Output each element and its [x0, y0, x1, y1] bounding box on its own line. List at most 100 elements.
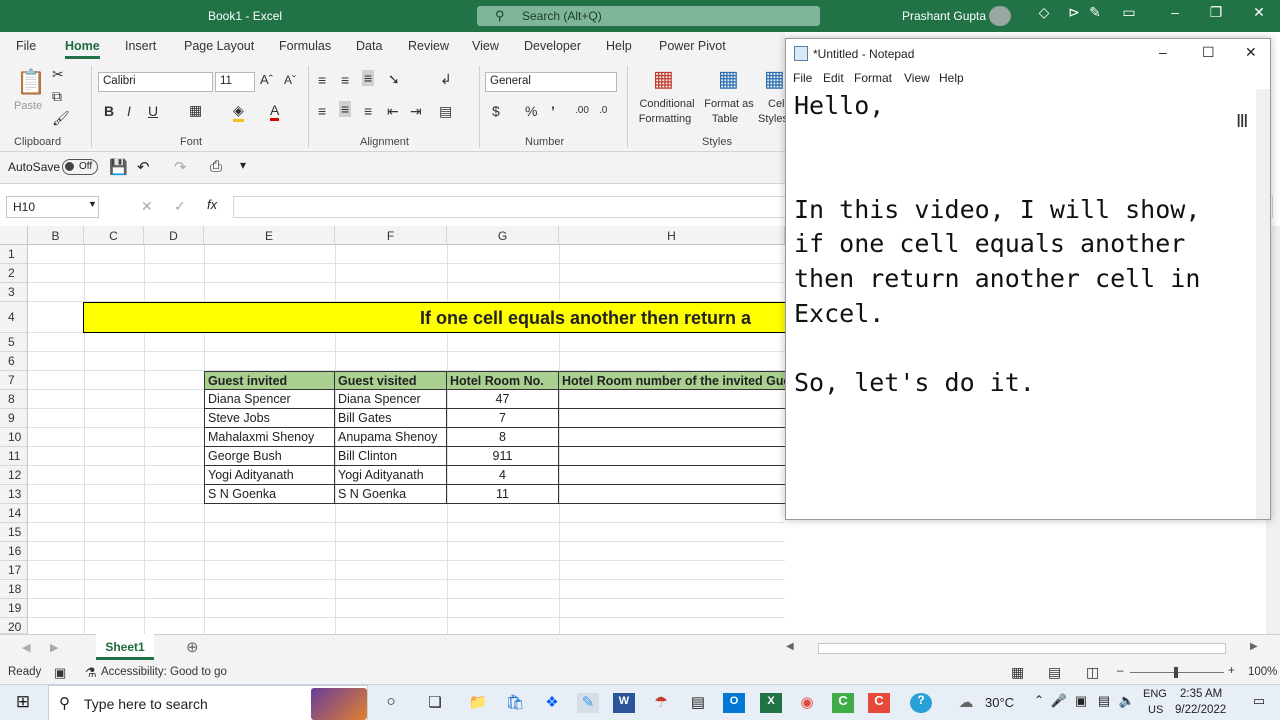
pen-icon[interactable]: ✎	[1084, 4, 1106, 21]
normal-view-icon[interactable]: ▦	[1011, 664, 1024, 681]
percent-icon[interactable]: %	[525, 103, 537, 119]
spreadsheet-grid[interactable]: B C D E F G H 1 2 3 4 5 6 7 8 9 10 11 12…	[0, 226, 785, 634]
row-header[interactable]: 6	[0, 352, 28, 371]
avatar[interactable]	[989, 6, 1011, 26]
format-as-table-line1[interactable]: Format as	[700, 98, 758, 110]
row-header[interactable]: 20	[0, 618, 28, 634]
tab-help[interactable]: Help	[606, 39, 632, 53]
row-header[interactable]: 2	[0, 264, 28, 283]
insert-function-icon[interactable]: fx	[207, 197, 217, 212]
table-cell[interactable]: 7	[447, 409, 559, 428]
table-cell[interactable]	[559, 409, 785, 428]
fill-color-icon[interactable]: ◈	[233, 102, 244, 122]
windows-start-icon[interactable]: ⊞	[12, 692, 34, 712]
copy-icon[interactable]: ⧉	[52, 88, 62, 105]
macro-icon[interactable]: ▣	[54, 665, 66, 681]
table-cell[interactable]: Steve Jobs	[204, 409, 335, 428]
camera-icon[interactable]: ▣	[1070, 693, 1092, 713]
chevron-up-icon[interactable]: ⌃	[1028, 693, 1050, 713]
table-header[interactable]: Guest visited	[335, 371, 447, 390]
add-sheet-icon[interactable]: ⊕	[186, 638, 199, 656]
table-cell[interactable]: 47	[447, 390, 559, 409]
horizontal-scrollbar-thumb[interactable]	[818, 643, 1226, 654]
align-bottom-icon[interactable]: ≡	[362, 70, 375, 86]
table-cell[interactable]	[559, 447, 785, 466]
italic-icon[interactable]: I	[127, 103, 131, 119]
table-cell[interactable]: Bill Gates	[335, 409, 447, 428]
zoom-in-icon[interactable]: +	[1228, 665, 1235, 677]
table-cell[interactable]: Yogi Adityanath	[204, 466, 335, 485]
maximize-icon[interactable]: ☐	[1202, 44, 1215, 61]
app-icon[interactable]: ▤	[687, 693, 709, 713]
weather-temp[interactable]: 30°C	[985, 695, 1014, 710]
tab-developer[interactable]: Developer	[524, 39, 581, 53]
word-icon[interactable]: W	[613, 693, 635, 713]
maximize-icon[interactable]: ❐	[1205, 4, 1227, 21]
font-color-icon[interactable]: A	[270, 102, 280, 121]
scroll-right-icon[interactable]: ▶	[50, 641, 58, 654]
row-header[interactable]: 15	[0, 523, 28, 542]
print-preview-icon[interactable]: ⎙	[210, 158, 222, 175]
cut-icon[interactable]: ✂	[52, 66, 64, 83]
recorder-icon[interactable]: C	[868, 693, 890, 713]
table-cell[interactable]: Diana Spencer	[204, 390, 335, 409]
table-cell[interactable]: Anupama Shenoy	[335, 428, 447, 447]
excel-search-box[interactable]: ⚲ Search (Alt+Q)	[477, 6, 820, 26]
column-header[interactable]: H	[559, 226, 785, 245]
table-cell[interactable]	[559, 485, 785, 504]
row-header[interactable]: 19	[0, 599, 28, 618]
minimize-icon[interactable]: –	[1159, 44, 1167, 60]
table-cell[interactable]	[559, 428, 785, 447]
borders-icon[interactable]: ▦	[189, 102, 202, 119]
sheet-tab-sheet1[interactable]: Sheet1	[96, 634, 154, 660]
tab-power-pivot[interactable]: Power Pivot	[659, 39, 726, 53]
accessibility-status[interactable]: Accessibility: Good to go	[101, 666, 227, 678]
accessibility-icon[interactable]: ⚗	[85, 665, 97, 681]
zoom-out-icon[interactable]: –	[1117, 665, 1123, 677]
table-cell[interactable]: Mahalaxmi Shenoy	[204, 428, 335, 447]
cortana-icon[interactable]: ○	[380, 693, 402, 713]
row-header[interactable]: 9	[0, 409, 28, 428]
store-icon[interactable]: 🛍	[504, 693, 526, 713]
outlook-icon[interactable]: O	[723, 693, 745, 713]
weather-icon[interactable]: ☁	[955, 693, 977, 713]
row-header[interactable]: 13	[0, 485, 28, 504]
notepad-window[interactable]: *Untitled - Notepad – ☐ ✕ File Edit Form…	[785, 38, 1271, 520]
tab-formulas[interactable]: Formulas	[279, 39, 331, 53]
table-cell[interactable]: Diana Spencer	[335, 390, 447, 409]
row-header[interactable]: 12	[0, 466, 28, 485]
notepad-scrollbar[interactable]	[1256, 89, 1270, 519]
paste-label[interactable]: Paste	[14, 100, 42, 112]
scroll-left-icon[interactable]: ◀	[22, 641, 30, 654]
increase-decimal-icon[interactable]: .00	[575, 105, 589, 116]
conditional-formatting-line2[interactable]: Formatting	[632, 113, 698, 125]
tab-review[interactable]: Review	[408, 39, 449, 53]
clock-date[interactable]: 9/22/2022	[1175, 704, 1226, 716]
table-cell[interactable]: Bill Clinton	[335, 447, 447, 466]
task-view-icon[interactable]: ❏	[424, 693, 446, 713]
tab-data[interactable]: Data	[356, 39, 382, 53]
orientation-icon[interactable]: ➘	[388, 71, 400, 88]
dropbox-icon[interactable]: ❖	[541, 693, 563, 713]
volume-icon[interactable]: 🔈	[1116, 693, 1138, 713]
notepad-title-bar[interactable]: *Untitled - Notepad – ☐ ✕	[786, 39, 1270, 69]
paste-icon[interactable]: 📋	[16, 68, 46, 97]
language-line1[interactable]: ENG	[1143, 688, 1167, 700]
excel-taskbar-icon[interactable]: X	[760, 693, 782, 713]
name-box[interactable]: H10	[6, 196, 99, 218]
table-cell[interactable]: S N Goenka	[335, 485, 447, 504]
clock-time[interactable]: 2:35 AM	[1180, 688, 1222, 700]
cancel-icon[interactable]: ✕	[141, 198, 153, 215]
app-icon[interactable]: ☂	[650, 693, 672, 713]
wrap-text-icon[interactable]: ↲	[440, 71, 452, 88]
currency-icon[interactable]: $	[492, 103, 500, 119]
table-cell[interactable]: 4	[447, 466, 559, 485]
tab-home[interactable]: Home	[65, 39, 100, 59]
bold-icon[interactable]: B	[104, 103, 114, 119]
row-header[interactable]: 10	[0, 428, 28, 447]
save-icon[interactable]: 💾	[109, 158, 128, 176]
decrease-font-icon[interactable]: Aˇ	[284, 73, 296, 87]
cell-styles-icon[interactable]: ▦	[764, 66, 785, 92]
align-top-icon[interactable]: ≡	[318, 72, 326, 88]
align-middle-icon[interactable]: ≡	[341, 72, 349, 88]
